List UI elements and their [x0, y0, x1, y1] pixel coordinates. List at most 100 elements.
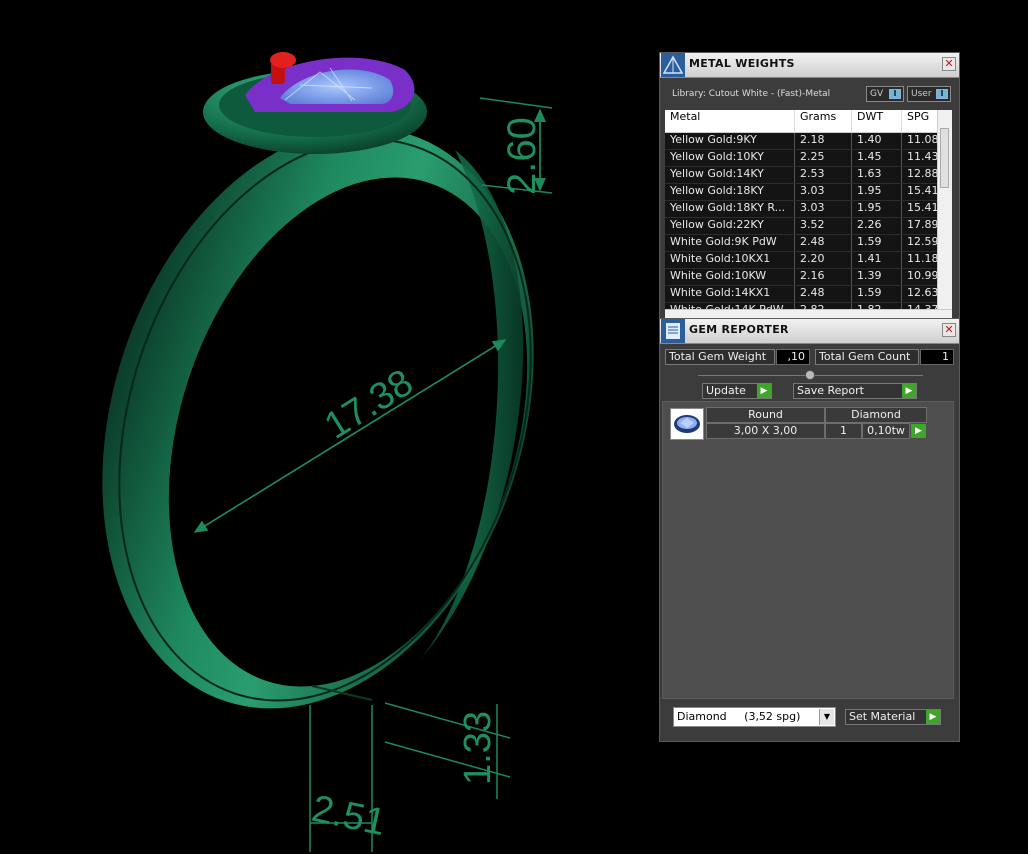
gem-shape-cell: Round — [706, 407, 825, 423]
table-row[interactable]: White Gold:10KX1 2.20 1.41 11.18 — [665, 252, 942, 269]
gem-reporter-title: GEM REPORTER — [689, 323, 789, 336]
gem-material-cell: Diamond — [825, 407, 927, 423]
metal-name-cell: Yellow Gold:18KY R... — [665, 201, 795, 217]
dimension-shank-thickness-label: 1.33 — [457, 711, 499, 785]
dwt-cell: 1.41 — [852, 252, 902, 268]
dimension-shank-width-label: 2.51 — [308, 788, 389, 844]
round-gem-icon — [674, 415, 700, 433]
gv-toggle[interactable]: GV I — [866, 86, 904, 102]
gem-reporter-panel: GEM REPORTER ✕ Total Gem Weight ,10 Tota… — [659, 318, 960, 742]
spg-cell: 11.43 — [902, 150, 942, 166]
dwt-cell: 1.45 — [852, 150, 902, 166]
table-row[interactable]: Yellow Gold:22KY 3.52 2.26 17.89 — [665, 218, 942, 235]
set-material-button-label: Set Material — [849, 710, 916, 723]
total-gem-weight-value: ,10 — [776, 349, 810, 365]
spg-cell: 11.08 — [902, 133, 942, 149]
table-row[interactable]: Yellow Gold:9KY 2.18 1.40 11.08 — [665, 133, 942, 150]
spg-cell: 12.88 — [902, 167, 942, 183]
metal-table-vertical-scrollbar[interactable] — [937, 110, 952, 310]
dwt-cell: 1.95 — [852, 201, 902, 217]
metal-name-cell: Yellow Gold:9KY — [665, 133, 795, 149]
gem-count-cell: 1 — [825, 423, 862, 439]
user-toggle-label: User — [911, 89, 932, 99]
spg-cell: 11.18 — [902, 252, 942, 268]
grams-cell: 2.48 — [795, 286, 852, 302]
update-button-label: Update — [706, 384, 746, 397]
grams-cell: 2.18 — [795, 133, 852, 149]
table-row[interactable]: Yellow Gold:18KY R... 3.03 1.95 15.41 — [665, 201, 942, 218]
splitter-handle-icon[interactable] — [805, 370, 815, 380]
user-toggle[interactable]: User I — [907, 86, 951, 102]
grams-cell: 3.03 — [795, 184, 852, 200]
grams-cell: 2.16 — [795, 269, 852, 285]
column-header-metal[interactable]: Metal — [665, 110, 795, 132]
metal-name-cell: Yellow Gold:10KY — [665, 150, 795, 166]
spg-cell: 12.59 — [902, 235, 942, 251]
gem-details-button[interactable]: ▶ — [911, 424, 926, 438]
dwt-cell: 1.63 — [852, 167, 902, 183]
update-go-icon: ▶ — [757, 384, 771, 398]
spg-cell: 17.89 — [902, 218, 942, 234]
gem-list-area: Round Diamond 3,00 X 3,00 1 0,10tw ▶ — [662, 401, 954, 699]
scrollbar-thumb[interactable] — [940, 128, 949, 188]
metal-library-label: Library: Cutout White - (Fast)-Metal — [672, 89, 831, 99]
set-material-button[interactable]: Set Material ▶ — [845, 709, 941, 725]
total-gem-count-label: Total Gem Count — [815, 349, 919, 365]
gem-reporter-titlebar[interactable]: GEM REPORTER ✕ — [660, 319, 959, 344]
spg-cell: 10.99 — [902, 269, 942, 285]
metal-weights-title: METAL WEIGHTS — [689, 57, 795, 70]
gem-thumbnail[interactable] — [670, 408, 704, 440]
metal-weights-icon — [661, 53, 685, 77]
save-report-button-label: Save Report — [797, 384, 864, 397]
update-button[interactable]: Update ▶ — [702, 383, 772, 399]
gem-reporter-icon — [661, 319, 685, 343]
dwt-cell: 1.40 — [852, 133, 902, 149]
column-header-grams[interactable]: Grams — [795, 110, 852, 132]
grams-cell: 2.20 — [795, 252, 852, 268]
grams-cell: 2.48 — [795, 235, 852, 251]
gv-toggle-indicator: I — [889, 89, 901, 99]
column-header-dwt[interactable]: DWT — [852, 110, 902, 132]
dimension-head-height-label: 2.60 — [500, 117, 544, 195]
metal-name-cell: Yellow Gold:14KY — [665, 167, 795, 183]
table-row[interactable]: Yellow Gold:18KY 3.03 1.95 15.41 — [665, 184, 942, 201]
gv-toggle-label: GV — [870, 89, 884, 99]
metal-table-horizontal-scrollbar[interactable] — [665, 309, 952, 318]
gem-reporter-close-button[interactable]: ✕ — [942, 323, 956, 337]
metal-name-cell: White Gold:10KX1 — [665, 252, 795, 268]
metal-table-header: Metal Grams DWT SPG — [665, 110, 942, 133]
save-report-button[interactable]: Save Report ▶ — [793, 383, 917, 399]
spg-cell: 15.41 — [902, 184, 942, 200]
total-gem-weight-label: Total Gem Weight — [665, 349, 775, 365]
metal-weights-titlebar[interactable]: METAL WEIGHTS ✕ — [660, 53, 959, 78]
metal-name-cell: White Gold:14KX1 — [665, 286, 795, 302]
dwt-cell: 1.59 — [852, 286, 902, 302]
grams-cell: 3.03 — [795, 201, 852, 217]
gem-size-cell: 3,00 X 3,00 — [706, 423, 825, 439]
metal-weights-panel: METAL WEIGHTS ✕ Library: Cutout White - … — [659, 52, 960, 322]
grams-cell: 2.25 — [795, 150, 852, 166]
dwt-cell: 2.26 — [852, 218, 902, 234]
spg-cell: 15.41 — [902, 201, 942, 217]
table-row[interactable]: White Gold:9K PdW 2.48 1.59 12.59 — [665, 235, 942, 252]
table-row[interactable]: White Gold:14KX1 2.48 1.59 12.63 — [665, 286, 942, 303]
metal-name-cell: White Gold:9K PdW — [665, 235, 795, 251]
total-gem-count-value: 1 — [920, 349, 954, 365]
metal-table-rows: Yellow Gold:9KY 2.18 1.40 11.08 Yellow Gold:… — [665, 133, 942, 318]
grams-cell: 2.53 — [795, 167, 852, 183]
metal-name-cell: White Gold:10KW — [665, 269, 795, 285]
grams-cell: 3.52 — [795, 218, 852, 234]
dwt-cell: 1.59 — [852, 235, 902, 251]
metal-weights-close-button[interactable]: ✕ — [942, 57, 956, 71]
save-report-go-icon: ▶ — [902, 384, 916, 398]
dwt-cell: 1.95 — [852, 184, 902, 200]
metal-name-cell: Yellow Gold:18KY — [665, 184, 795, 200]
spg-cell: 12.63 — [902, 286, 942, 302]
table-row[interactable]: Yellow Gold:14KY 2.53 1.63 12.88 — [665, 167, 942, 184]
metal-name-cell: Yellow Gold:22KY — [665, 218, 795, 234]
table-row[interactable]: White Gold:10KW 2.16 1.39 10.99 — [665, 269, 942, 286]
column-header-spg[interactable]: SPG — [902, 110, 942, 132]
material-select[interactable]: Diamond (3,52 spg) ▼ — [673, 707, 836, 727]
gem-weight-cell: 0,10tw — [862, 423, 910, 439]
table-row[interactable]: Yellow Gold:10KY 2.25 1.45 11.43 — [665, 150, 942, 167]
